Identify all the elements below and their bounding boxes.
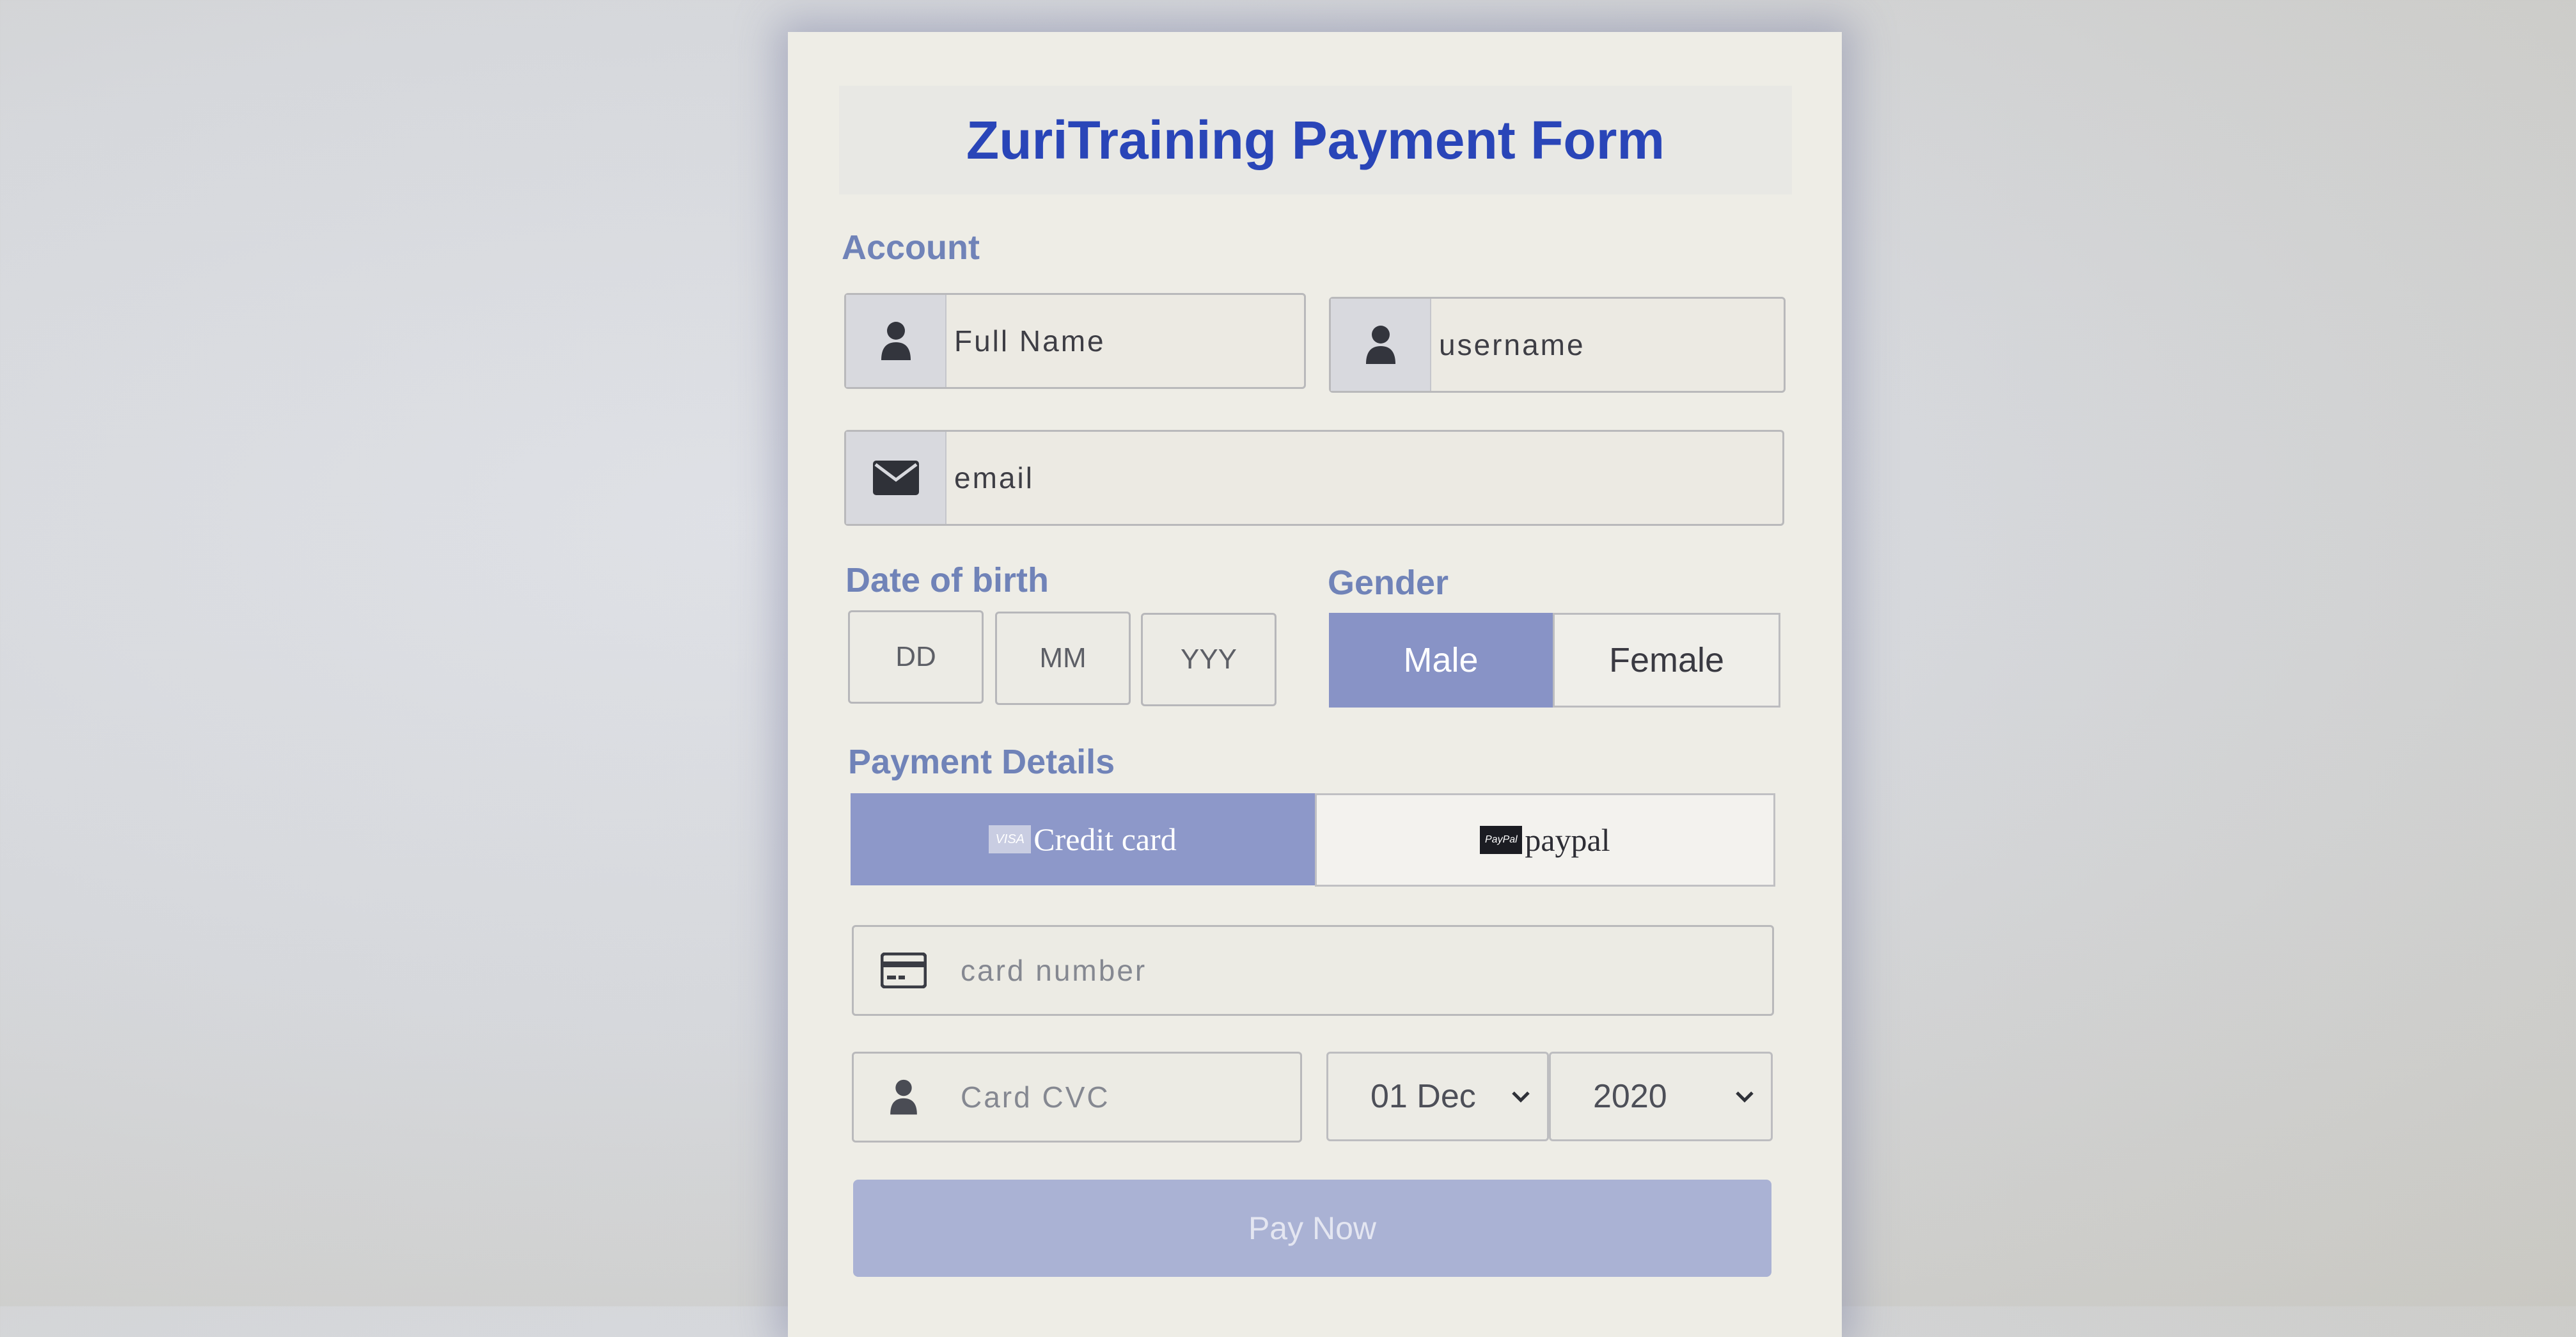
dob-label: Date of birth [845, 561, 1049, 599]
credit-card-option[interactable]: VISA Credit card [851, 793, 1315, 885]
visa-badge-icon: VISA [989, 825, 1032, 853]
dob-month-input[interactable]: MM [995, 612, 1131, 705]
username-field[interactable]: username [1329, 297, 1786, 393]
card-number-input[interactable]: card number [953, 927, 1772, 1014]
dob-day-input[interactable]: DD [848, 610, 984, 704]
full-name-input[interactable]: Full Name [946, 295, 1304, 387]
card-number-field[interactable]: card number [852, 925, 1774, 1016]
card-cvc-field[interactable]: Card CVC [852, 1052, 1302, 1143]
user-icon [846, 295, 946, 387]
chevron-down-icon [1736, 1091, 1754, 1103]
paypal-option[interactable]: PayPal paypal [1315, 793, 1775, 887]
chevron-down-icon [1512, 1091, 1530, 1103]
pay-now-button[interactable]: Pay Now [853, 1180, 1771, 1277]
credit-card-label: Credit card [1033, 821, 1177, 857]
username-input[interactable]: username [1431, 299, 1784, 391]
expiry-month-select[interactable]: 01 Dec [1326, 1052, 1549, 1141]
card-cvc-input[interactable]: Card CVC [953, 1054, 1300, 1141]
gender-male-toggle[interactable]: Male [1329, 613, 1553, 708]
expiry-year-select[interactable]: 2020 [1549, 1052, 1773, 1141]
form-header: ZuriTraining Payment Form [839, 86, 1792, 194]
envelope-icon [846, 432, 946, 524]
dob-year-input[interactable]: YYY [1141, 613, 1276, 706]
payment-details-label: Payment Details [848, 743, 1115, 781]
paypal-label: paypal [1525, 822, 1610, 858]
email-field[interactable]: email [844, 430, 1784, 526]
gender-female-toggle[interactable]: Female [1553, 613, 1780, 708]
credit-card-icon [854, 927, 953, 1014]
paypal-badge-icon: PayPal [1480, 826, 1523, 854]
user-icon [1331, 299, 1431, 391]
gender-label: Gender [1328, 564, 1449, 602]
account-label: Account [842, 228, 980, 267]
form-title: ZuriTraining Payment Form [966, 109, 1665, 170]
payment-form-card: ZuriTraining Payment Form Account Full N… [788, 32, 1842, 1337]
expiry-month-value: 01 Dec [1370, 1078, 1476, 1115]
expiry-year-value: 2020 [1593, 1078, 1667, 1115]
full-name-field[interactable]: Full Name [844, 293, 1306, 389]
email-input[interactable]: email [946, 432, 1782, 524]
user-icon [854, 1054, 953, 1141]
